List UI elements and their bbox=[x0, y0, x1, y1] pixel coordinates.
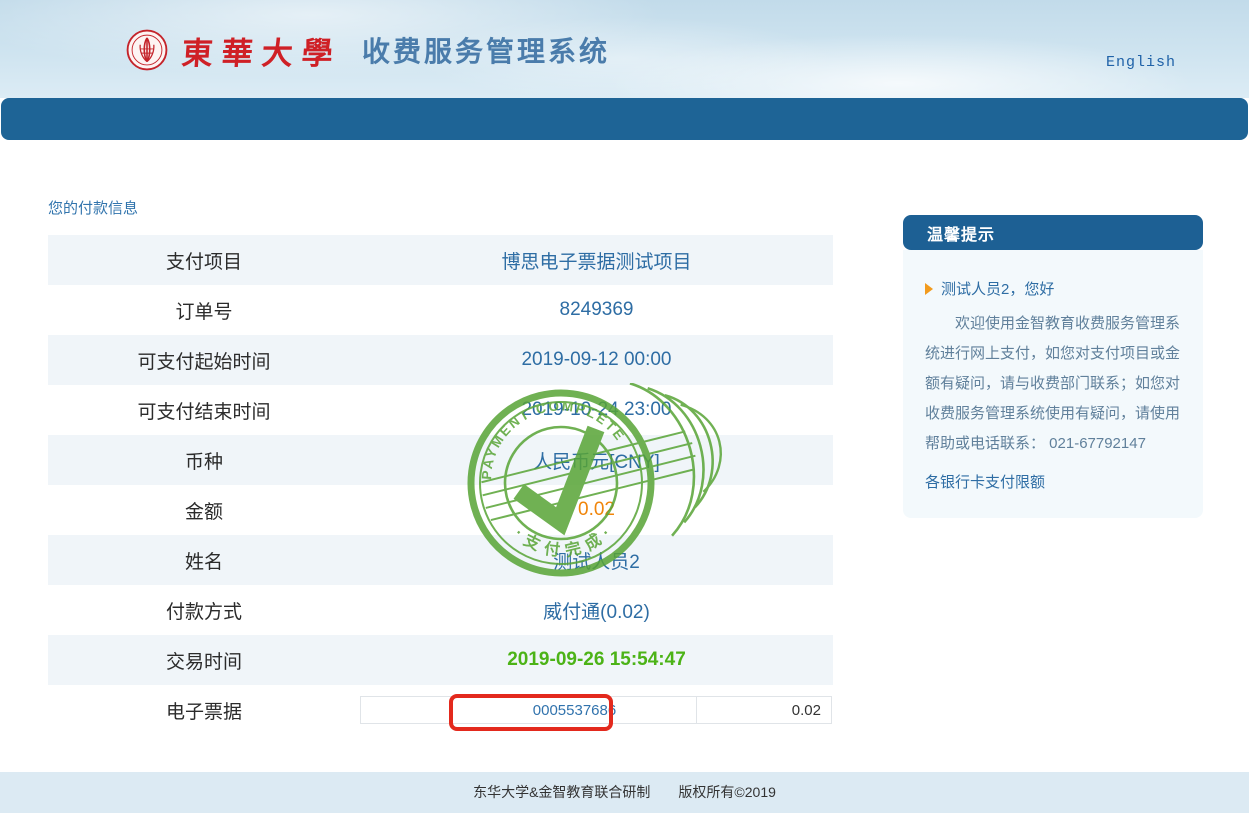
university-logo-icon bbox=[126, 29, 168, 71]
row-value: 威付通(0.02) bbox=[360, 597, 833, 624]
ebill-label: 电子票据 bbox=[48, 697, 360, 724]
ebill-area: 0005537686 0.02 bbox=[360, 696, 833, 724]
row-label: 付款方式 bbox=[48, 597, 360, 624]
table-row: 可支付结束时间 2019-10-24 23:00 bbox=[48, 385, 833, 435]
bank-card-limit-link[interactable]: 各银行卡支付限额 bbox=[925, 471, 1045, 492]
table-row-ebill: 电子票据 0005537686 0.02 bbox=[48, 685, 833, 735]
row-value: 测试人员2 bbox=[360, 547, 833, 574]
university-name: 東華大學 bbox=[180, 28, 343, 73]
row-value: 0.02 bbox=[360, 499, 833, 521]
row-label: 可支付起始时间 bbox=[48, 347, 360, 374]
table-row: 订单号 8249369 bbox=[48, 285, 833, 335]
table-row: 付款方式 威付通(0.02) bbox=[48, 585, 833, 635]
payment-table: 支付项目 博思电子票据测试项目 订单号 8249369 可支付起始时间 2019… bbox=[48, 235, 833, 735]
row-value: 2019-10-24 23:00 bbox=[360, 399, 833, 421]
tips-header: 温馨提示 bbox=[903, 215, 1203, 250]
greeting-row: 测试人员2，您好 bbox=[925, 278, 1181, 299]
footer: 东华大学&金智教育联合研制 版权所有©2019 bbox=[0, 772, 1249, 813]
tips-message: 欢迎使用金智教育收费服务管理系统进行网上支付，如您对支付项目或金额有疑问，请与收… bbox=[925, 309, 1181, 459]
ebill-number-link[interactable]: 0005537686 bbox=[453, 697, 697, 723]
row-label: 交易时间 bbox=[48, 647, 360, 674]
ebill-amount-cell: 0.02 bbox=[697, 697, 831, 723]
ebill-empty-cell bbox=[361, 697, 453, 723]
row-label: 币种 bbox=[48, 447, 360, 474]
row-label: 姓名 bbox=[48, 547, 360, 574]
row-value: 博思电子票据测试项目 bbox=[360, 247, 833, 274]
row-value: 人民币元[CNY] bbox=[360, 447, 833, 474]
table-row: 金额 0.02 bbox=[48, 485, 833, 535]
row-value: 8249369 bbox=[360, 299, 833, 321]
table-row: 支付项目 博思电子票据测试项目 bbox=[48, 235, 833, 285]
tips-body: 测试人员2，您好 欢迎使用金智教育收费服务管理系统进行网上支付，如您对支付项目或… bbox=[903, 250, 1203, 518]
row-label: 金额 bbox=[48, 497, 360, 524]
row-label: 支付项目 bbox=[48, 247, 360, 274]
table-row: 姓名 测试人员2 bbox=[48, 535, 833, 585]
row-value: 2019-09-12 00:00 bbox=[360, 349, 833, 371]
tips-sidebar: 温馨提示 测试人员2，您好 欢迎使用金智教育收费服务管理系统进行网上支付，如您对… bbox=[903, 215, 1203, 518]
row-label: 可支付结束时间 bbox=[48, 397, 360, 424]
payment-section-title: 您的付款信息 bbox=[48, 197, 138, 218]
navigation-bar bbox=[1, 98, 1248, 140]
table-row: 交易时间 2019-09-26 15:54:47 bbox=[48, 635, 833, 685]
row-value: 2019-09-26 15:54:47 bbox=[360, 649, 833, 671]
table-row: 可支付起始时间 2019-09-12 00:00 bbox=[48, 335, 833, 385]
table-row: 币种 人民币元[CNY] bbox=[48, 435, 833, 485]
system-title: 收费服务管理系统 bbox=[362, 30, 610, 70]
english-language-link[interactable]: English bbox=[1106, 54, 1176, 71]
ebill-inner-table: 0005537686 0.02 bbox=[360, 696, 832, 724]
row-label: 订单号 bbox=[48, 297, 360, 324]
arrow-right-icon bbox=[925, 283, 933, 295]
header-banner: 東華大學 收费服务管理系统 English bbox=[0, 0, 1249, 98]
greeting-text: 测试人员2，您好 bbox=[941, 278, 1054, 299]
brand-block: 東華大學 收费服务管理系统 bbox=[126, 24, 610, 76]
